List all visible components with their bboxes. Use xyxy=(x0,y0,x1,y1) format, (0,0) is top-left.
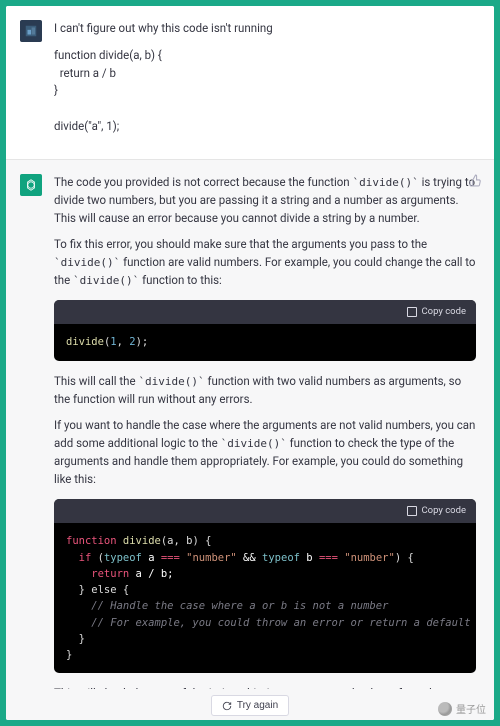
code-content: function divide(a, b) { if (typeof a ===… xyxy=(54,523,476,673)
inline-code: `divide()` xyxy=(353,176,419,189)
code-token: && xyxy=(237,552,262,564)
assistant-paragraph: To fix this error, you should make sure … xyxy=(54,236,476,289)
thumbs-up-icon xyxy=(469,174,482,187)
inline-code: `divide()` xyxy=(73,274,139,287)
inline-code: `b` xyxy=(253,687,273,689)
thumbs-up-button[interactable] xyxy=(469,174,482,193)
openai-logo-icon xyxy=(24,178,38,192)
assistant-paragraph: The code you provided is not correct bec… xyxy=(54,174,476,227)
chat-frame: I can't figure out why this code isn't r… xyxy=(6,6,494,720)
text-span: This will call the xyxy=(54,374,138,388)
code-block-header: Copy code xyxy=(54,300,476,325)
inline-code: `a` xyxy=(208,687,228,689)
text-span: This will check the type of the xyxy=(54,686,208,689)
code-token: typeof xyxy=(104,552,148,564)
code-token: "number" xyxy=(344,552,395,564)
text-span: function to this: xyxy=(139,273,222,287)
code-block-1: Copy code divide(1, 2); xyxy=(54,300,476,361)
code-token: === xyxy=(319,552,344,564)
code-content: divide(1, 2); xyxy=(54,324,476,360)
try-again-label: Try again xyxy=(237,700,278,711)
code-block-2: Copy code function divide(a, b) { if (ty… xyxy=(54,499,476,674)
code-token: , xyxy=(117,336,130,348)
code-token: return xyxy=(66,568,136,580)
code-token: b xyxy=(306,552,319,564)
code-token: } xyxy=(66,633,85,645)
assistant-paragraph: This will check the type of the `a` and … xyxy=(54,685,476,689)
text-span: and xyxy=(228,686,253,689)
assistant-paragraph: If you want to handle the case where the… xyxy=(54,417,476,488)
assistant-message: The code you provided is not correct bec… xyxy=(6,159,494,689)
inline-code: `divide()` xyxy=(54,256,120,269)
footer: Try again xyxy=(6,689,494,720)
code-token: } xyxy=(66,649,72,661)
user-message: I can't figure out why this code isn't r… xyxy=(6,6,494,159)
code-token: typeof xyxy=(262,552,306,564)
code-token: divide xyxy=(123,535,161,547)
code-token: // Handle the case where a or b is not a… xyxy=(66,600,388,612)
clipboard-icon xyxy=(407,506,417,516)
code-block-header: Copy code xyxy=(54,499,476,524)
code-token: (a, b) { xyxy=(161,535,212,547)
assistant-paragraph: This will call the `divide()` function w… xyxy=(54,373,476,409)
code-token: // For example, you could throw an error… xyxy=(66,617,476,629)
inline-code: `divide()` xyxy=(221,437,287,450)
assistant-content: The code you provided is not correct bec… xyxy=(54,174,476,675)
refresh-icon xyxy=(222,701,232,711)
user-text: I can't figure out why this code isn't r… xyxy=(54,20,476,38)
user-avatar xyxy=(20,20,42,42)
code-token: === xyxy=(161,552,186,564)
try-again-button[interactable]: Try again xyxy=(211,695,289,716)
code-token: function xyxy=(66,535,123,547)
code-token: "number" xyxy=(186,552,237,564)
code-token: if xyxy=(66,552,98,564)
copy-code-button[interactable]: Copy code xyxy=(421,504,466,519)
code-token: ) { xyxy=(395,552,414,564)
clipboard-icon xyxy=(407,307,417,317)
code-token: } else { xyxy=(66,584,129,596)
code-token: divide xyxy=(66,336,104,348)
copy-code-button[interactable]: Copy code xyxy=(421,305,466,320)
code-token: a xyxy=(148,552,161,564)
inline-code: `divide()` xyxy=(138,375,204,388)
text-span: The code you provided is not correct bec… xyxy=(54,175,353,189)
code-token: ); xyxy=(136,336,149,348)
user-avatar-icon xyxy=(24,24,38,38)
text-span: To fix this error, you should make sure … xyxy=(54,237,427,251)
assistant-avatar xyxy=(20,174,42,196)
user-code-snippet: function divide(a, b) { return a / b } d… xyxy=(54,47,476,136)
code-token: a / b; xyxy=(136,568,174,580)
user-content: I can't figure out why this code isn't r… xyxy=(54,20,476,145)
